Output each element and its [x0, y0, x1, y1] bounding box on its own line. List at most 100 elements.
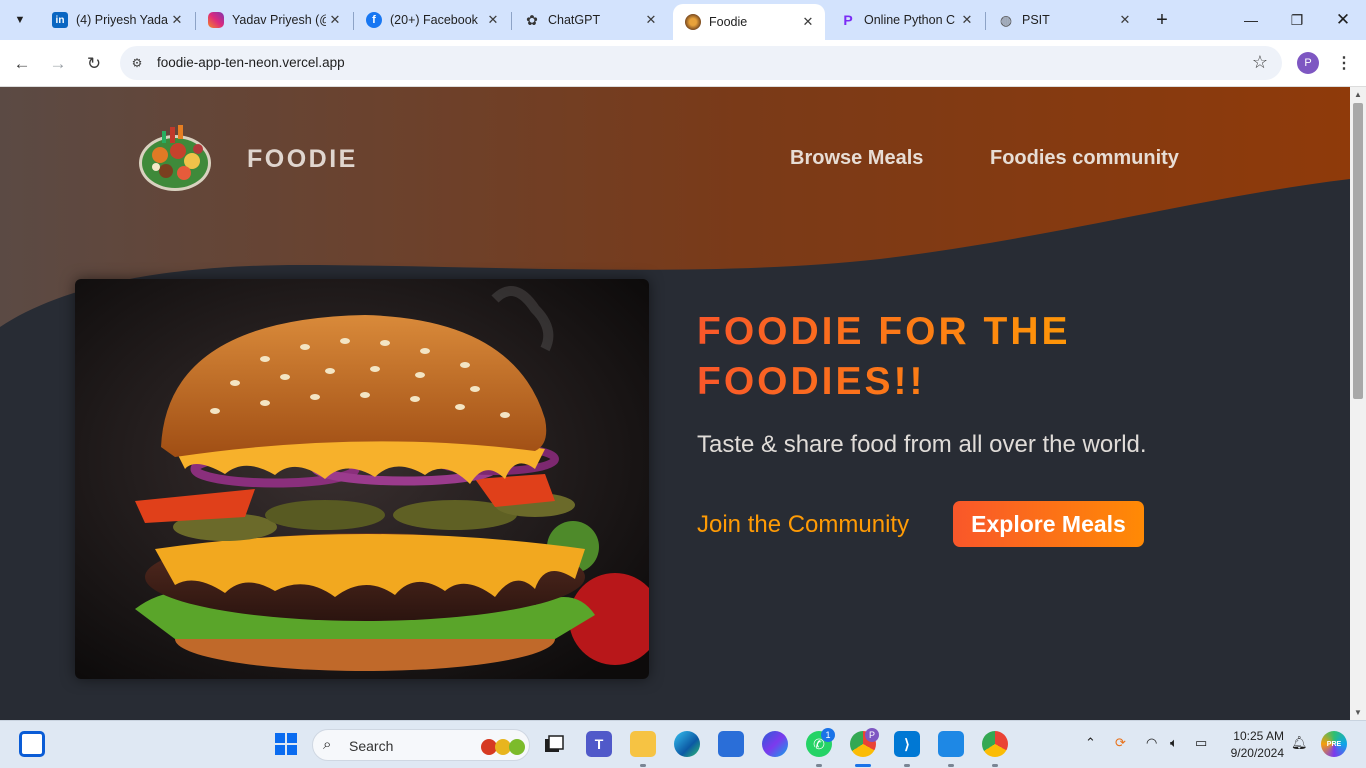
- search-placeholder: Search: [349, 738, 394, 754]
- close-icon[interactable]: ✕: [958, 11, 976, 29]
- copilot-icon[interactable]: [762, 731, 788, 757]
- search-icon: ⌕: [323, 736, 332, 753]
- hero-title: FOODIE FOR THE FOODIES!!: [697, 307, 1197, 407]
- close-icon[interactable]: ✕: [642, 11, 660, 29]
- nav-foodies-community[interactable]: Foodies community: [990, 147, 1179, 170]
- tab-instagram[interactable]: Yadav Priyesh (@ ✕: [196, 6, 352, 34]
- tab-chatgpt[interactable]: ✿ ChatGPT ✕: [512, 6, 668, 34]
- close-icon[interactable]: ✕: [168, 11, 186, 29]
- arrow-left-icon: ←: [13, 54, 31, 73]
- windows-taskbar: ⌕ Search T ✆ 1 P ⟩ ⌃ ⟳ ◠ 🔈︎ ▭ 10:25 AM 9…: [0, 720, 1366, 768]
- page-scrollbar[interactable]: ▲ ▼: [1350, 87, 1366, 720]
- windows-start-icon[interactable]: [273, 731, 299, 757]
- profile-avatar[interactable]: P: [1297, 52, 1319, 74]
- close-icon[interactable]: ✕: [1116, 11, 1134, 29]
- copilot-pre-icon[interactable]: PRE: [1321, 731, 1347, 757]
- tab-title: PSIT: [1022, 13, 1050, 27]
- facebook-icon: f: [366, 12, 382, 28]
- page-viewport: FOODIE Browse Meals Foodies community FO…: [0, 87, 1350, 720]
- running-indicator: [948, 764, 954, 767]
- replit-icon: P: [843, 12, 853, 28]
- running-indicator: [904, 764, 910, 767]
- widgets-icon[interactable]: [19, 731, 45, 757]
- tab-title: ChatGPT: [548, 13, 601, 27]
- fruit-highlight-icon: [481, 739, 525, 755]
- restore-button[interactable]: ❐: [1274, 6, 1320, 34]
- browser-menu-icon[interactable]: ⋮: [1334, 50, 1354, 76]
- tab-title: Online Python C: [864, 13, 956, 27]
- scroll-down-icon[interactable]: ▼: [1353, 707, 1363, 717]
- minimize-button[interactable]: —: [1228, 6, 1274, 34]
- taskbar-search[interactable]: ⌕ Search: [312, 729, 530, 761]
- hero-subtitle: Taste & share food from all over the wor…: [697, 431, 1147, 458]
- file-explorer-icon[interactable]: [630, 731, 656, 757]
- volume-icon[interactable]: 🔈︎: [1170, 735, 1178, 751]
- running-indicator: [640, 764, 646, 767]
- food-platter-icon: [139, 125, 211, 191]
- chrome-second-icon[interactable]: [982, 731, 1008, 757]
- tab-title: Foodie: [709, 15, 748, 29]
- tab-title: (20+) Facebook: [390, 13, 478, 27]
- tab-psit[interactable]: ◍ PSIT ✕: [986, 6, 1142, 34]
- running-indicator: [816, 764, 822, 767]
- close-icon[interactable]: ✕: [326, 11, 344, 29]
- minimize-icon: —: [1244, 12, 1258, 28]
- linkedin-icon: in: [52, 12, 68, 28]
- brand-name[interactable]: FOODIE: [247, 145, 358, 174]
- reload-button[interactable]: ↻: [80, 50, 108, 78]
- globe-icon: ◍: [999, 11, 1013, 28]
- show-hidden-icons[interactable]: ⌃: [1085, 735, 1096, 751]
- battery-icon[interactable]: ▭: [1195, 735, 1207, 751]
- browser-tab-bar: ▼ in (4) Priyesh Yadav ✕ Yadav Priyesh (…: [0, 0, 1366, 40]
- tab-linkedin[interactable]: in (4) Priyesh Yadav ✕: [40, 6, 194, 34]
- chatgpt-icon: ✿: [526, 11, 538, 28]
- site-info-icon[interactable]: ⚙: [128, 54, 146, 72]
- notification-bell-icon[interactable]: 🔔︎: [1291, 735, 1308, 751]
- arrow-right-icon: →: [49, 54, 67, 73]
- new-tab-button[interactable]: +: [1150, 8, 1174, 32]
- close-icon[interactable]: ✕: [484, 11, 502, 29]
- task-view-icon[interactable]: [541, 731, 567, 757]
- wifi-icon[interactable]: ◠: [1146, 735, 1157, 751]
- tab-title: Yadav Priyesh (@: [232, 13, 326, 27]
- running-indicator: [992, 764, 998, 767]
- close-window-button[interactable]: ✕: [1320, 6, 1366, 34]
- url-text: foodie-app-ten-neon.vercel.app: [157, 55, 345, 70]
- forward-button[interactable]: →: [44, 50, 72, 78]
- tab-title: (4) Priyesh Yadav: [76, 13, 168, 27]
- clock-time[interactable]: 10:25 AM: [1228, 729, 1284, 743]
- teams-icon[interactable]: T: [586, 731, 612, 757]
- scroll-up-icon[interactable]: ▲: [1353, 89, 1363, 99]
- tab-search-button[interactable]: ▼: [8, 8, 32, 32]
- instagram-icon: [208, 12, 224, 28]
- sync-icon[interactable]: ⟳: [1115, 735, 1126, 751]
- photos-icon[interactable]: [938, 731, 964, 757]
- plus-icon: +: [1156, 8, 1168, 31]
- address-bar[interactable]: ⚙ foodie-app-ten-neon.vercel.app ☆: [120, 46, 1282, 80]
- foodie-icon: [685, 14, 701, 30]
- close-icon[interactable]: ✕: [799, 13, 817, 31]
- nav-browse-meals[interactable]: Browse Meals: [790, 147, 923, 170]
- foodie-logo[interactable]: [136, 123, 216, 195]
- scrollbar-thumb[interactable]: [1353, 103, 1363, 399]
- chevron-down-icon: ▼: [14, 14, 26, 26]
- tab-python[interactable]: P Online Python C ✕: [828, 6, 984, 34]
- bookmark-star-icon[interactable]: ☆: [1252, 52, 1268, 73]
- join-community-link[interactable]: Join the Community: [697, 511, 909, 539]
- vscode-icon[interactable]: ⟩: [894, 731, 920, 757]
- restore-icon: ❐: [1290, 11, 1304, 28]
- browser-toolbar: ← → ↻ ⚙ foodie-app-ten-neon.vercel.app ☆: [0, 40, 1366, 87]
- hero-burger-image: [75, 279, 649, 679]
- back-button[interactable]: ←: [8, 50, 36, 78]
- explore-meals-button[interactable]: Explore Meals: [953, 501, 1144, 547]
- edge-icon[interactable]: [674, 731, 700, 757]
- clock-date[interactable]: 9/20/2024: [1224, 746, 1284, 760]
- close-icon: ✕: [1335, 10, 1351, 29]
- tab-foodie[interactable]: Foodie ✕: [673, 4, 825, 40]
- microsoft-store-icon[interactable]: [718, 731, 744, 757]
- chrome-profile-badge: P: [865, 728, 879, 742]
- whatsapp-badge: 1: [821, 728, 835, 742]
- reload-icon: ↻: [86, 54, 102, 73]
- tab-facebook[interactable]: f (20+) Facebook ✕: [354, 6, 510, 34]
- active-indicator: [855, 764, 871, 767]
